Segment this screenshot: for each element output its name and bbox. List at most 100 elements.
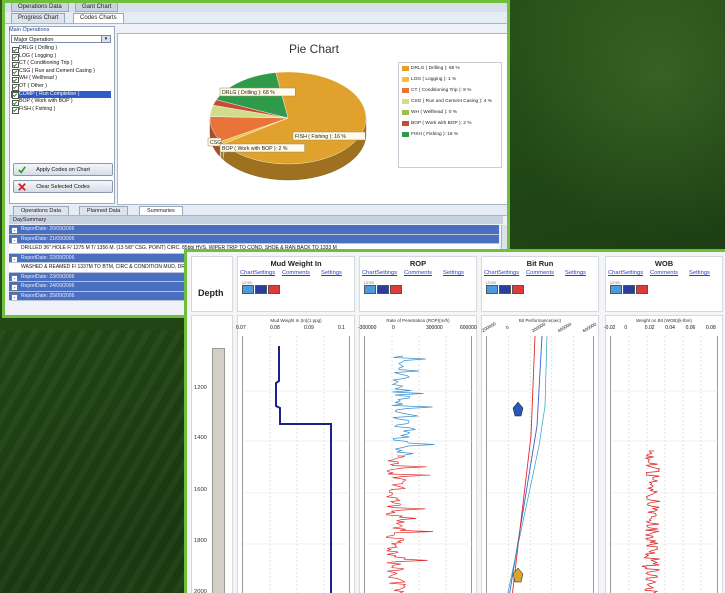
color-swatch[interactable] xyxy=(268,285,280,294)
color-swatch[interactable] xyxy=(610,285,622,294)
legend-label: LOG ( Logging ): 1 % xyxy=(411,77,457,82)
background-texture xyxy=(0,330,200,593)
drill-bit-icon[interactable] xyxy=(512,401,524,417)
comments-link[interactable]: Comments xyxy=(526,270,554,276)
tab-progress-chart[interactable]: Progress Chart xyxy=(11,13,66,23)
code-label: FISH ( Fishing ) xyxy=(19,105,56,112)
settings-link[interactable]: Settings xyxy=(689,270,710,276)
code-item-bop[interactable]: BOP ( Work with BOP ) xyxy=(11,98,111,107)
track-plot xyxy=(487,336,595,593)
code-item-fish[interactable]: FISH ( Fishing ) xyxy=(11,106,111,114)
clear-codes-button[interactable]: Clear Selected Codes xyxy=(13,180,113,193)
depth-track: 1200 1400 1600 1800 2000 xyxy=(191,315,233,593)
code-item-comp[interactable]: COMP ( Run Completion ) xyxy=(11,90,111,99)
track-plot xyxy=(365,336,473,593)
chart-settings-link[interactable]: ChartSettings xyxy=(240,270,275,276)
settings-link[interactable]: Settings xyxy=(565,270,586,276)
plot-area xyxy=(242,336,351,593)
row-text: WASHED & REAMED F/ 1337M TO BTM, CIRC & … xyxy=(21,264,203,270)
depth-tick-label: 2000 xyxy=(194,589,207,593)
axis-tick-label: 0.07 xyxy=(236,325,246,331)
color-swatch[interactable] xyxy=(364,285,376,294)
drill-bit-icon[interactable] xyxy=(512,567,524,583)
depth-scroll-bar[interactable] xyxy=(212,348,225,593)
row-text: ReportDate: 21/09/2006 xyxy=(21,235,75,242)
tab-gant-chart[interactable]: Gant Chart xyxy=(75,3,119,12)
chart-settings-link[interactable]: ChartSettings xyxy=(362,270,397,276)
rop-curve-blue xyxy=(391,355,435,456)
chart-settings-link[interactable]: ChartSettings xyxy=(484,270,519,276)
chevron-down-icon[interactable]: ▾ xyxy=(101,36,110,42)
axis-tick-label: 0.1 xyxy=(338,325,345,331)
axis-tick-label: 0 xyxy=(504,324,510,331)
tab-operations-data-bottom[interactable]: Operations Data xyxy=(13,206,70,215)
expand-icon[interactable]: + xyxy=(11,274,18,282)
axis-tick-label: 300000 xyxy=(426,325,443,331)
settings-link[interactable]: Settings xyxy=(321,270,342,276)
legend-item: CT ( Conditioning Trip ): 9 % xyxy=(399,85,501,96)
track-plot xyxy=(611,336,719,593)
color-swatch[interactable] xyxy=(486,285,498,294)
settings-link[interactable]: Settings xyxy=(443,270,464,276)
code-label: LOG ( Logging ) xyxy=(19,52,57,59)
code-item-ct[interactable]: CT ( Conditioning Trip ) xyxy=(11,60,111,69)
legend-label: CT ( Conditioning Trip ): 9 % xyxy=(411,88,472,93)
pie-callout: DRLG ( Drilling ): 68 % xyxy=(219,87,296,97)
row-text: ReportDate: 20/09/2006 xyxy=(21,226,75,232)
row-text: ReportDate: 22/09/2006 xyxy=(21,254,75,261)
code-item-wh[interactable]: WH ( Wellhead ) xyxy=(11,75,111,84)
tab-summaries[interactable]: Summaries xyxy=(139,206,183,215)
background-glow xyxy=(510,0,725,250)
track-title: WOB xyxy=(654,259,674,268)
bit-curve-teal xyxy=(507,336,548,593)
tab-operations-data[interactable]: Operations Data xyxy=(11,3,69,12)
pie-callout-text: CSG xyxy=(210,140,221,146)
color-swatch[interactable] xyxy=(499,285,511,294)
axis-tick-label: 0.02 xyxy=(644,325,655,331)
report-date-row[interactable]: + ReportDate: 21/09/2006 xyxy=(9,234,499,244)
legend-label: BOP ( Work with BOP ): 2 % xyxy=(411,121,472,126)
legend-label: DRLG ( Drilling ): 68 % xyxy=(411,66,460,71)
code-item-ot[interactable]: OT ( Other ) xyxy=(11,83,111,91)
apply-codes-button[interactable]: Apply Codes on Chart xyxy=(13,163,113,176)
code-label: WH ( Wellhead ) xyxy=(19,75,57,82)
code-item-drlg[interactable]: DRLG ( Drilling ) xyxy=(11,45,111,53)
legend-swatch xyxy=(402,110,409,115)
report-date-row[interactable]: + ReportDate: 20/09/2006 xyxy=(9,225,499,235)
track-header-mud-weight-in: Mud Weight In ChartSettings Comments Settin… xyxy=(237,256,355,312)
color-swatch[interactable] xyxy=(390,285,402,294)
operation-select[interactable]: Major Operation ▾ xyxy=(11,35,111,43)
code-label: CT ( Conditioning Trip ) xyxy=(19,60,73,67)
expand-icon[interactable]: + xyxy=(11,284,18,291)
expand-icon[interactable]: + xyxy=(11,255,18,263)
expand-icon[interactable]: + xyxy=(11,236,18,244)
plot-area xyxy=(486,336,595,593)
legend-label: CSG ( Run and Cement Casing ): 4 % xyxy=(411,99,493,104)
expand-icon[interactable]: + xyxy=(11,293,18,301)
legend-swatch xyxy=(402,88,409,93)
depth-tick-label: 1600 xyxy=(194,487,207,493)
color-swatch[interactable] xyxy=(255,285,267,294)
comments-link[interactable]: Comments xyxy=(282,270,310,276)
legend-item: WH ( Wellhead ): 0 % xyxy=(399,107,501,118)
comments-link[interactable]: Comments xyxy=(650,270,678,276)
pie-callout: CSG xyxy=(207,137,222,147)
checkbox[interactable] xyxy=(12,107,19,114)
axis-tick-label: -0.02 xyxy=(604,325,616,331)
color-swatch[interactable] xyxy=(377,285,389,294)
comments-link[interactable]: Comments xyxy=(404,270,432,276)
tab-planned-data[interactable]: Planned Data xyxy=(79,206,129,215)
chart-settings-link[interactable]: ChartSettings xyxy=(608,270,643,276)
code-item-log[interactable]: LOG ( Logging ) xyxy=(11,53,111,61)
color-swatch[interactable] xyxy=(623,285,635,294)
track-plot xyxy=(243,336,351,593)
expand-icon[interactable]: + xyxy=(11,227,18,234)
color-swatch[interactable] xyxy=(636,285,648,294)
tab-codes-charts[interactable]: Codes Charts xyxy=(73,13,124,23)
color-swatch[interactable] xyxy=(242,285,254,294)
track-header-wob: WOB ChartSettings Comments Settings Lines xyxy=(605,256,723,312)
legend-item: DRLG ( Drilling ): 68 % xyxy=(399,63,501,74)
color-swatch[interactable] xyxy=(512,285,524,294)
code-item-csg[interactable]: CSG ( Run and Cement Casing ) xyxy=(11,68,111,76)
row-text: ReportDate: 24/09/2006 xyxy=(21,283,75,289)
